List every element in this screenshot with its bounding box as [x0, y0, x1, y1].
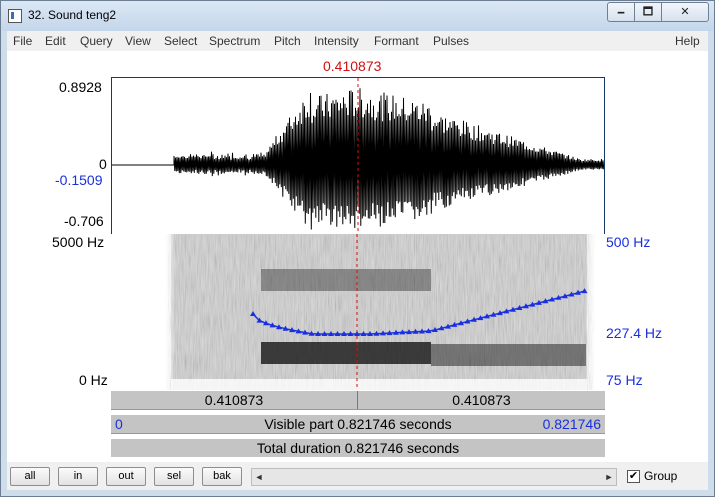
- zoom-in-button[interactable]: in: [58, 467, 98, 486]
- total-duration-label: Total duration 0.821746 seconds: [256, 440, 460, 456]
- menu-file[interactable]: File: [13, 34, 32, 48]
- left-part-duration[interactable]: 0.410873: [111, 391, 358, 409]
- zoom-all-button[interactable]: all: [10, 467, 50, 486]
- right-part-duration[interactable]: 0.410873: [358, 391, 605, 409]
- waveform-min-label: -0.706: [64, 213, 104, 229]
- spectrogram-graph: [111, 234, 605, 390]
- menu-query[interactable]: Query: [80, 34, 113, 48]
- waveform-zero-label: 0: [99, 156, 107, 172]
- scroll-right-arrow-icon[interactable]: ►: [603, 470, 615, 484]
- waveform-graph: [112, 78, 604, 234]
- menu-formant[interactable]: Formant: [374, 34, 419, 48]
- window-title: 32. Sound teng2: [28, 8, 117, 22]
- menu-spectrum[interactable]: Spectrum: [209, 34, 260, 48]
- cursor-time-label: 0.410873: [323, 58, 382, 74]
- spectrogram-panel[interactable]: [111, 234, 605, 390]
- visible-part-bar[interactable]: 0 Visible part 0.821746 seconds 0.821746: [111, 415, 605, 434]
- menu-select[interactable]: Select: [164, 34, 197, 48]
- bottom-toolbar: all in out sel bak ◄ ► ✔ Group: [7, 462, 708, 490]
- visible-part-label: Visible part 0.821746 seconds: [264, 416, 452, 432]
- app-icon: [8, 9, 22, 23]
- menu-help[interactable]: Help: [675, 34, 700, 48]
- group-checkbox[interactable]: ✔: [627, 470, 640, 483]
- maximize-button[interactable]: 🗖: [634, 2, 662, 22]
- pitch-max-label: 500 Hz: [606, 234, 651, 250]
- menu-bar: File Edit Query View Select Spectrum Pit…: [7, 31, 708, 51]
- horizontal-scrollbar[interactable]: ◄ ►: [251, 468, 617, 486]
- selection-bar[interactable]: 0.410873 0.410873: [111, 391, 605, 410]
- zoom-selection-button[interactable]: sel: [154, 467, 194, 486]
- spectrogram-max-freq-label: 5000 Hz: [52, 234, 105, 250]
- group-label: Group: [644, 469, 678, 483]
- scroll-left-arrow-icon[interactable]: ◄: [253, 470, 265, 484]
- client-area: File Edit Query View Select Spectrum Pit…: [7, 31, 708, 490]
- title-bar[interactable]: 32. Sound teng2 🗕 🗖 ✕: [1, 1, 714, 31]
- visible-end-time: 0.821746: [542, 416, 601, 432]
- menu-view[interactable]: View: [125, 34, 151, 48]
- minimize-button[interactable]: 🗕: [607, 2, 635, 22]
- pitch-cursor-label: 227.4 Hz: [606, 325, 663, 341]
- menu-pulses[interactable]: Pulses: [433, 34, 469, 48]
- zoom-back-button[interactable]: bak: [202, 467, 242, 486]
- close-button[interactable]: ✕: [661, 2, 709, 22]
- menu-edit[interactable]: Edit: [45, 34, 66, 48]
- waveform-cursor-value-label: -0.1509: [55, 172, 103, 188]
- praat-sound-window: 32. Sound teng2 🗕 🗖 ✕ File Edit Query Vi…: [0, 0, 715, 497]
- spectrogram-min-freq-label: 0 Hz: [79, 372, 108, 388]
- menu-pitch[interactable]: Pitch: [274, 34, 301, 48]
- pitch-min-label: 75 Hz: [606, 372, 643, 388]
- waveform-max-label: 0.8928: [59, 79, 102, 95]
- menu-intensity[interactable]: Intensity: [314, 34, 359, 48]
- plot-area[interactable]: 0.410873 0.8928 0 -0.1509 -0.706 5000 Hz…: [7, 51, 708, 462]
- total-duration-bar[interactable]: Total duration 0.821746 seconds: [111, 439, 605, 457]
- zoom-out-button[interactable]: out: [106, 467, 146, 486]
- waveform-panel[interactable]: [111, 77, 605, 235]
